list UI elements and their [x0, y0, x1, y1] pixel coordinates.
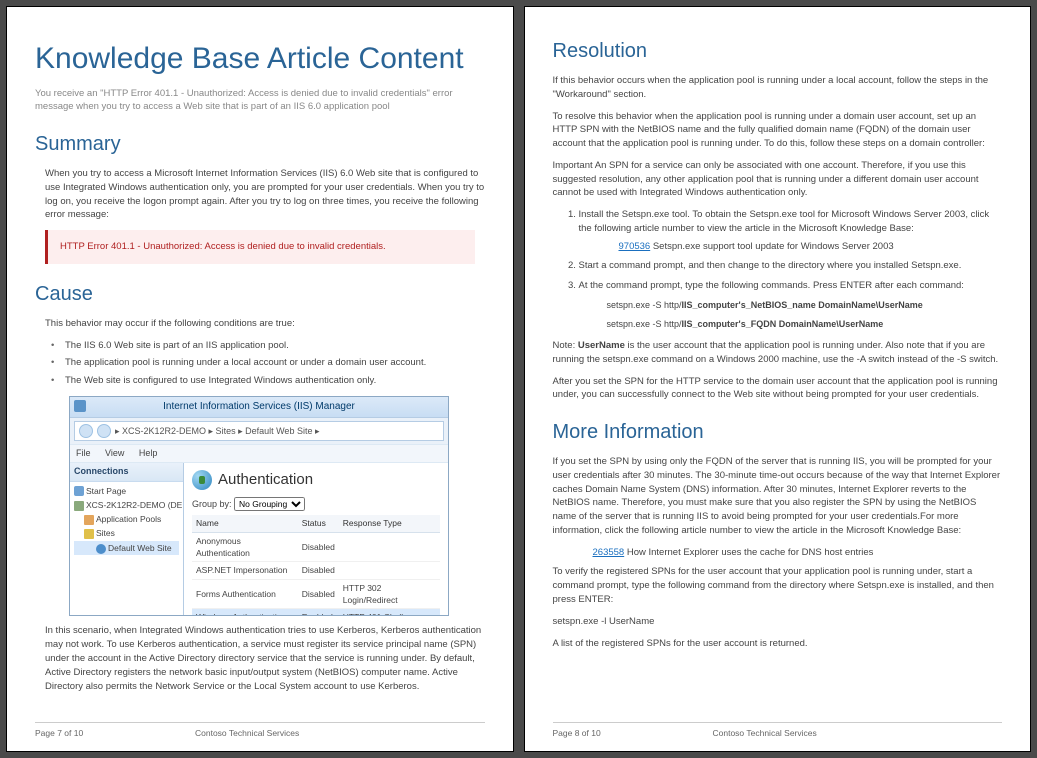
- iis-address-bar: ▸ XCS-2K12R2-DEMO ▸ Sites ▸ Default Web …: [74, 421, 444, 441]
- kb-link-263558[interactable]: 263558: [593, 547, 625, 558]
- tree-sites: Sites: [74, 526, 179, 540]
- nav-fwd-icon: [97, 424, 111, 438]
- step-1: Install the Setspn.exe tool. To obtain t…: [579, 208, 1003, 253]
- note: Note: UserName is the user account that …: [553, 339, 1003, 367]
- article-title: Knowledge Base Article Content: [35, 37, 485, 81]
- scenario-paragraph: In this scenario, when Integrated Window…: [45, 624, 485, 693]
- home-icon: [74, 486, 84, 496]
- group-by-label: Group by:: [192, 499, 232, 509]
- resolution-steps: Install the Setspn.exe tool. To obtain t…: [561, 208, 1003, 331]
- group-by-row: Group by: No Grouping: [192, 497, 440, 511]
- moreinfo-cmd: setspn.exe -l UserName: [553, 615, 1003, 629]
- cause-item: The application pool is running under a …: [51, 356, 485, 370]
- pool-icon: [84, 515, 94, 525]
- auth-title: Authentication: [218, 469, 313, 491]
- footer-page-number: Page 7 of 10: [35, 727, 195, 739]
- table-row: Forms AuthenticationDisabledHTTP 302 Log…: [192, 579, 440, 609]
- table-row: ASP.NET ImpersonationDisabled: [192, 562, 440, 579]
- menu-help: Help: [139, 448, 158, 458]
- page-footer: Page 8 of 10 Contoso Technical Services: [553, 722, 1003, 739]
- kb-link-text: How Internet Explorer uses the cache for…: [624, 547, 873, 558]
- table-row: Anonymous AuthenticationDisabled: [192, 532, 440, 562]
- iis-titlebar: Internet Information Services (IIS) Mana…: [70, 397, 448, 419]
- resolution-heading: Resolution: [553, 37, 1003, 66]
- iis-content-pane: Authentication Group by: No Grouping Nam…: [184, 463, 448, 615]
- page-7: Knowledge Base Article Content You recei…: [6, 6, 514, 752]
- kb-link-text: Setspn.exe support tool update for Windo…: [650, 241, 893, 252]
- iis-manager-screenshot: Internet Information Services (IIS) Mana…: [69, 396, 449, 617]
- command-2: setspn.exe -S http/IIS_computer's_FQDN D…: [607, 318, 1003, 331]
- kb-link-970536[interactable]: 970536: [619, 241, 651, 252]
- server-icon: [74, 501, 84, 511]
- page-8: Resolution If this behavior occurs when …: [524, 6, 1032, 752]
- menu-view: View: [105, 448, 124, 458]
- footer-company: Contoso Technical Services: [195, 727, 299, 739]
- resolution-p1: If this behavior occurs when the applica…: [553, 74, 1003, 102]
- cause-list: The IIS 6.0 Web site is part of an IIS a…: [51, 339, 485, 388]
- cause-item: The IIS 6.0 Web site is part of an IIS a…: [51, 339, 485, 353]
- iis-title: Internet Information Services (IIS) Mana…: [163, 401, 355, 412]
- error-callout: HTTP Error 401.1 - Unauthorized: Access …: [45, 230, 475, 264]
- iis-menu: File View Help: [70, 444, 448, 463]
- article-subtitle: You receive an "HTTP Error 401.1 - Unaut…: [35, 87, 485, 115]
- resolution-p2: To resolve this behavior when the applic…: [553, 110, 1003, 151]
- col-response: Response Type: [339, 515, 440, 532]
- cause-item: The Web site is configured to use Integr…: [51, 374, 485, 388]
- col-name: Name: [192, 515, 298, 532]
- resolution-p4: After you set the SPN for the HTTP servi…: [553, 375, 1003, 403]
- tree-app-pools: Application Pools: [74, 512, 179, 526]
- cause-intro: This behavior may occur if the following…: [45, 317, 485, 331]
- moreinfo-p3: A list of the registered SPNs for the us…: [553, 637, 1003, 651]
- summary-paragraph: When you try to access a Microsoft Inter…: [45, 167, 485, 222]
- menu-file: File: [76, 448, 91, 458]
- step-3: At the command prompt, type the followin…: [579, 279, 1003, 331]
- command-1: setspn.exe -S http/IIS_computer's_NetBIO…: [607, 299, 1003, 312]
- nav-back-icon: [79, 424, 93, 438]
- moreinfo-p2: To verify the registered SPNs for the us…: [553, 565, 1003, 606]
- resolution-p3: Important An SPN for a service can only …: [553, 159, 1003, 200]
- moreinfo-p1: If you set the SPN by using only the FQD…: [553, 455, 1003, 538]
- iis-breadcrumb: ▸ XCS-2K12R2-DEMO ▸ Sites ▸ Default Web …: [115, 425, 439, 438]
- footer-company: Contoso Technical Services: [713, 727, 817, 739]
- folder-icon: [84, 529, 94, 539]
- iis-icon: [74, 400, 86, 412]
- tree-start-page: Start Page: [74, 484, 179, 498]
- footer-page-number: Page 8 of 10: [553, 727, 713, 739]
- globe-icon: [192, 470, 212, 490]
- moreinfo-heading: More Information: [553, 418, 1003, 447]
- page-footer: Page 7 of 10 Contoso Technical Services: [35, 722, 485, 739]
- iis-tree: Connections Start Page XCS-2K12R2-DEMO (…: [70, 463, 184, 615]
- step-2: Start a command prompt, and then change …: [579, 259, 1003, 273]
- tree-default-site: Default Web Site: [74, 541, 179, 555]
- cause-heading: Cause: [35, 280, 485, 309]
- tree-header: Connections: [70, 463, 183, 481]
- tree-server: XCS-2K12R2-DEMO (DEM: [74, 498, 179, 512]
- summary-heading: Summary: [35, 130, 485, 159]
- auth-table: Name Status Response Type Anonymous Auth…: [192, 515, 440, 615]
- table-row: Windows AuthenticationEnabledHTTP 401 Ch…: [192, 609, 440, 616]
- group-by-select: No Grouping: [234, 497, 305, 511]
- col-status: Status: [298, 515, 339, 532]
- globe-icon: [96, 544, 106, 554]
